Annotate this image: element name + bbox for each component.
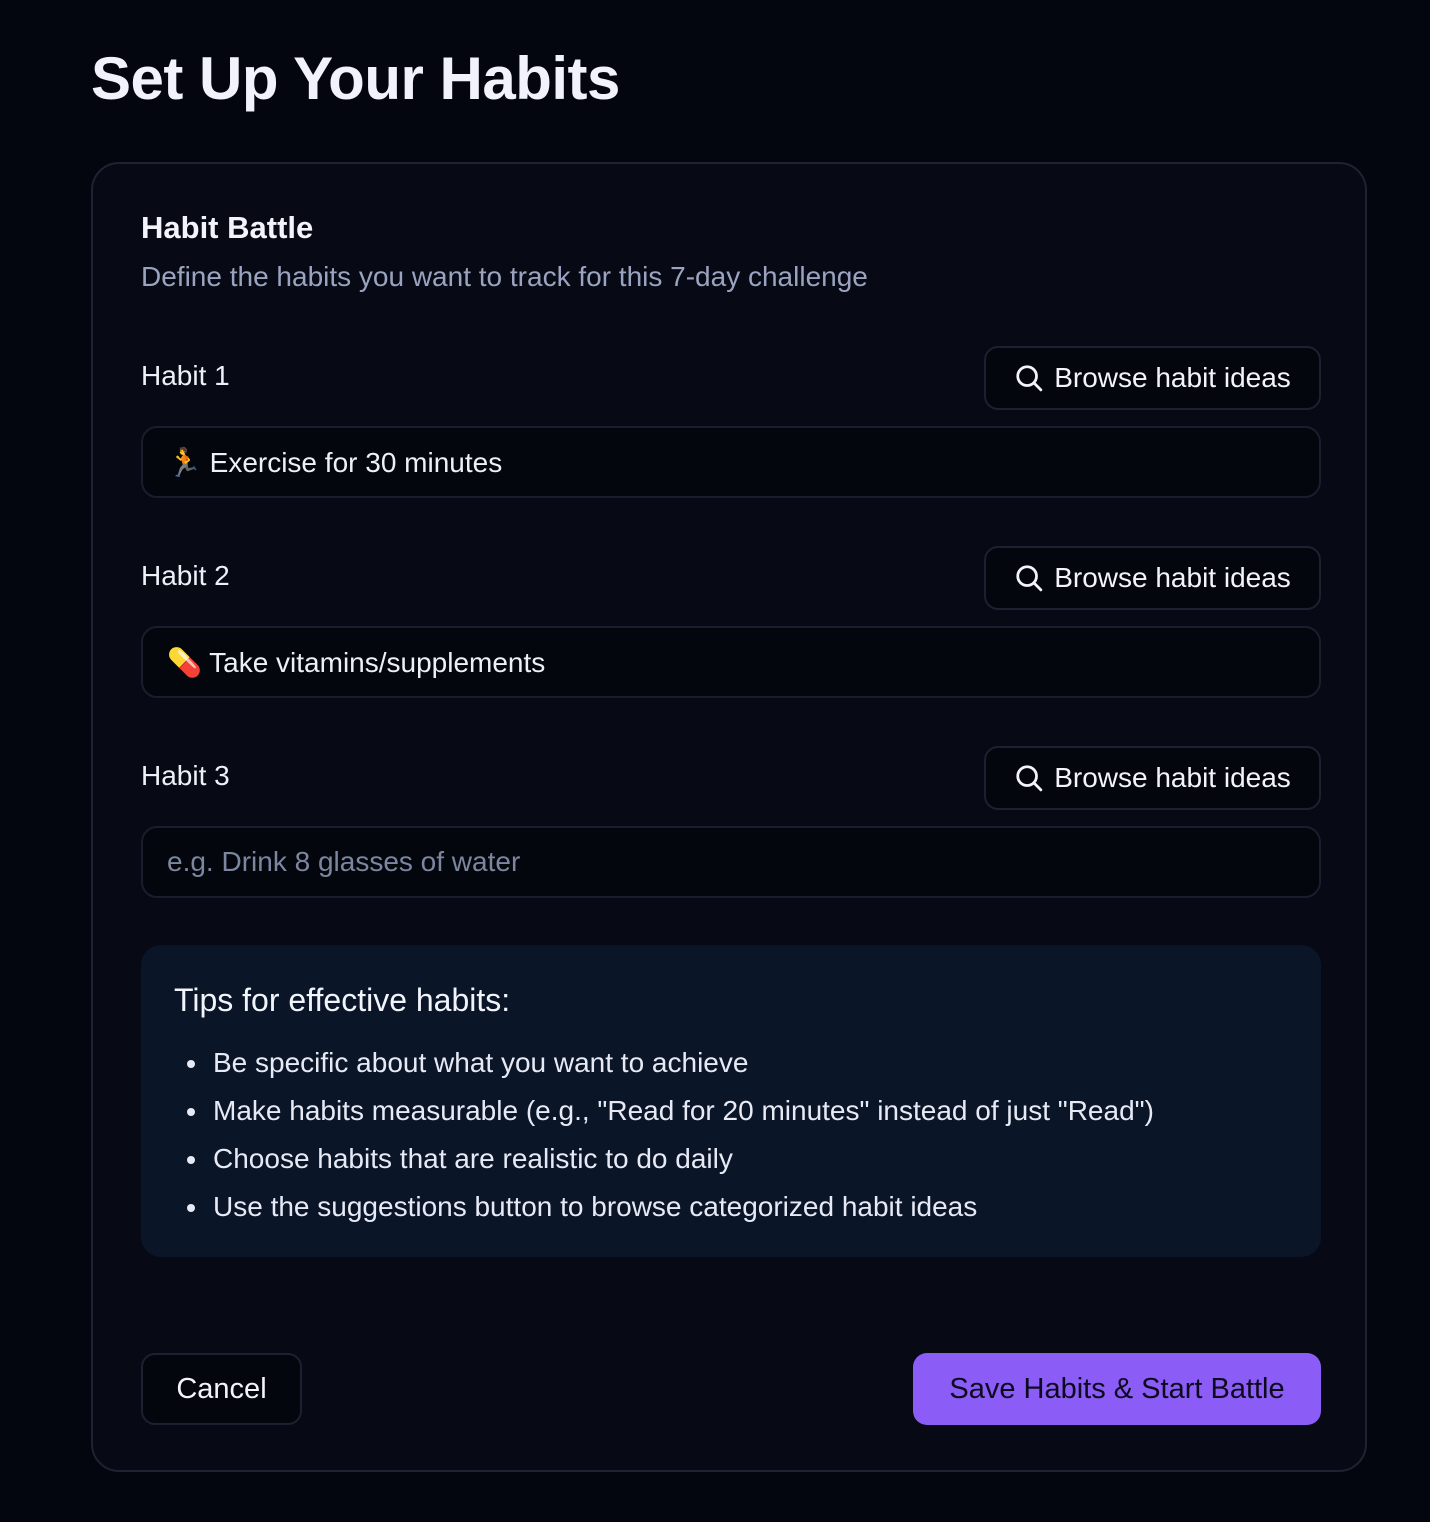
browse-habit-ideas-button-2[interactable]: Browse habit ideas [984, 546, 1321, 610]
habit-2-label: Habit 2 [141, 560, 230, 591]
save-habits-start-battle-button[interactable]: Save Habits & Start Battle [913, 1353, 1321, 1425]
tips-panel: Tips for effective habits: Be specific a… [141, 945, 1321, 1257]
tips-list: Be specific about what you want to achie… [174, 1039, 1154, 1231]
habit-1-input[interactable] [141, 426, 1321, 498]
browse-habit-ideas-label: Browse habit ideas [1054, 362, 1291, 393]
habit-setup-card: Habit Battle Define the habits you want … [91, 162, 1367, 1472]
browse-habit-ideas-label: Browse habit ideas [1054, 562, 1291, 593]
habit-3-input[interactable] [141, 826, 1321, 898]
search-icon [1016, 765, 1043, 792]
card-subtitle: Define the habits you want to track for … [141, 261, 868, 292]
browse-habit-ideas-button-3[interactable]: Browse habit ideas [984, 746, 1321, 810]
habit-3-label: Habit 3 [141, 760, 230, 791]
tip-item: Choose habits that are realistic to do d… [174, 1135, 1154, 1183]
page-title: Set Up Your Habits [91, 45, 620, 112]
browse-habit-ideas-button-1[interactable]: Browse habit ideas [984, 346, 1321, 410]
cancel-button[interactable]: Cancel [141, 1353, 302, 1425]
search-icon [1016, 565, 1043, 592]
tip-item: Be specific about what you want to achie… [174, 1039, 1154, 1087]
tip-item: Make habits measurable (e.g., "Read for … [174, 1087, 1154, 1135]
card-title: Habit Battle [141, 210, 314, 245]
search-icon [1016, 365, 1043, 392]
tip-item: Use the suggestions button to browse cat… [174, 1183, 1154, 1231]
browse-habit-ideas-label: Browse habit ideas [1054, 762, 1291, 793]
tips-title: Tips for effective habits: [174, 982, 511, 1018]
habit-1-label: Habit 1 [141, 360, 230, 391]
habit-2-input[interactable] [141, 626, 1321, 698]
